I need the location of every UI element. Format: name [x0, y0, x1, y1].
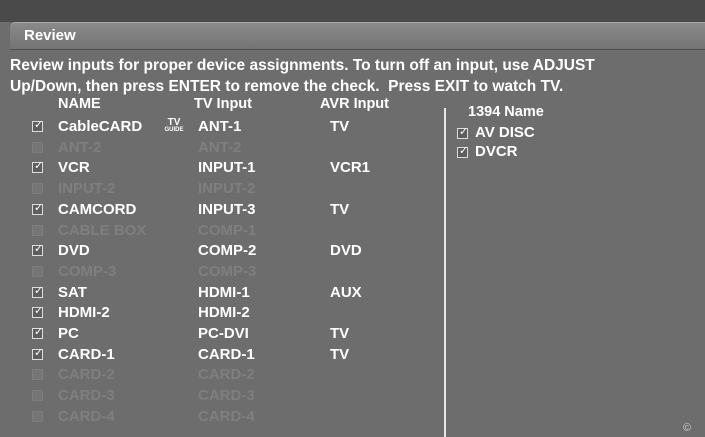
input-checkbox[interactable] [32, 369, 43, 381]
checkmark-icon: ✓ [34, 284, 44, 297]
input-name: CARD-2 [58, 366, 115, 384]
input-name: DVD [58, 242, 90, 260]
input-row[interactable]: CABLE BOX COMP-1 [0, 221, 440, 242]
checkmark-icon: ✓ [34, 346, 44, 359]
input-row[interactable]: ✓ DVD COMP-2 DVD [0, 241, 440, 262]
input-checkbox[interactable]: ✓ [32, 160, 43, 174]
tv-input-value: HDMI-2 [198, 304, 250, 322]
instructions-line-1: Review inputs for proper device assignme… [10, 57, 595, 74]
input-checkbox[interactable]: ✓ [32, 346, 44, 360]
avr-input-value: TV [330, 118, 350, 135]
input-row[interactable]: ✓ CARD-1 CARD-1 TV [0, 345, 440, 366]
avr-input-value: VCR1 [330, 159, 371, 177]
tv-input-value: CARD-3 [198, 387, 255, 405]
input-row[interactable]: CARD-4 CARD-4 [0, 407, 440, 428]
input-checkbox[interactable] [32, 224, 43, 236]
tv-input-value: PC-DVI [198, 325, 249, 342]
tv-input-value: CARD-4 [198, 407, 255, 425]
firewire-device-name: DVCR [475, 143, 518, 160]
top-edge [0, 0, 705, 22]
firewire-device-name: AV DISC [475, 124, 535, 141]
input-row[interactable]: INPUT-2 INPUT-2 [0, 179, 440, 200]
tv-input-value: INPUT-2 [198, 180, 256, 198]
tv-input-value: CARD-1 [198, 345, 255, 363]
firewire-row[interactable]: ✓ DVCR [0, 143, 518, 163]
input-row[interactable]: ✓ CAMCORD INPUT-3 TV [0, 200, 440, 221]
input-name: INPUT-2 [58, 180, 116, 198]
input-checkbox[interactable]: ✓ [32, 284, 44, 298]
column-header-name: NAME [58, 96, 101, 112]
avr-input-value: AUX [330, 283, 362, 301]
checkmark-icon: ✓ [34, 243, 44, 256]
avr-input-value: TV [330, 345, 350, 363]
input-checkbox[interactable] [32, 183, 43, 195]
checkmark-icon: ✓ [459, 145, 469, 157]
avr-input-value: TV [330, 200, 350, 218]
tv-input-value: HDMI-1 [198, 283, 250, 301]
input-name: CAMCORD [58, 200, 137, 218]
input-checkbox[interactable]: ✓ [32, 201, 44, 215]
panel-titlebar: Review [10, 22, 705, 50]
column-header-1394-name: 1394 Name [468, 104, 544, 120]
tv-input-value: CARD-2 [198, 366, 255, 384]
input-checkbox[interactable] [32, 390, 43, 402]
instructions: Review inputs for proper device assignme… [10, 55, 705, 97]
panel-title: Review [24, 27, 76, 44]
checkmark-icon: ✓ [34, 201, 44, 214]
checkmark-icon: ✓ [34, 326, 44, 338]
checkmark-icon: ✓ [459, 126, 469, 138]
input-name: COMP-3 [58, 262, 117, 280]
tv-input-value: INPUT-3 [198, 200, 256, 218]
tv-input-value: COMP-1 [198, 221, 257, 239]
input-checkbox[interactable]: ✓ [32, 326, 44, 339]
input-row[interactable]: CARD-3 CARD-3 [0, 386, 440, 407]
input-row[interactable]: ✓ HDMI-2 HDMI-2 [0, 303, 440, 324]
input-checkbox[interactable]: ✓ [32, 243, 44, 257]
column-divider [444, 108, 446, 437]
input-name: CARD-3 [58, 387, 115, 405]
checkmark-icon: ✓ [34, 305, 44, 318]
input-name: CABLE BOX [58, 221, 147, 239]
input-row[interactable]: COMP-3 COMP-3 [0, 262, 440, 283]
firewire-checkbox[interactable]: ✓ [457, 145, 469, 158]
input-name: CARD-1 [58, 345, 115, 363]
input-checkbox[interactable] [32, 410, 43, 422]
tv-input-value: COMP-3 [198, 262, 257, 280]
input-name: CARD-4 [58, 407, 115, 425]
input-row[interactable]: ✓ SAT HDMI-1 AUX [0, 283, 440, 304]
input-checkbox[interactable]: ✓ [32, 305, 44, 319]
instructions-line-2: Up/Down, then press ENTER to remove the … [10, 78, 564, 95]
input-name: PC [58, 325, 79, 342]
column-header-avr-input: AVR Input [320, 96, 389, 112]
avr-input-value: TV [330, 325, 350, 342]
column-header-tv-input: TV Input [194, 96, 252, 112]
input-name: HDMI-2 [58, 304, 110, 322]
firewire-checkbox[interactable]: ✓ [457, 126, 469, 139]
copyright-mark: © [683, 422, 692, 434]
firewire-row[interactable]: ✓ AV DISC [0, 124, 535, 144]
review-screen: Review Review inputs for proper device a… [0, 0, 705, 437]
avr-input-value: DVD [330, 242, 362, 260]
input-name: SAT [58, 283, 87, 301]
input-row[interactable]: CARD-2 CARD-2 [0, 365, 440, 386]
input-row[interactable]: ✓ PC PC-DVI TV [0, 324, 440, 345]
input-checkbox[interactable] [32, 265, 43, 277]
tv-input-value: COMP-2 [198, 242, 257, 260]
